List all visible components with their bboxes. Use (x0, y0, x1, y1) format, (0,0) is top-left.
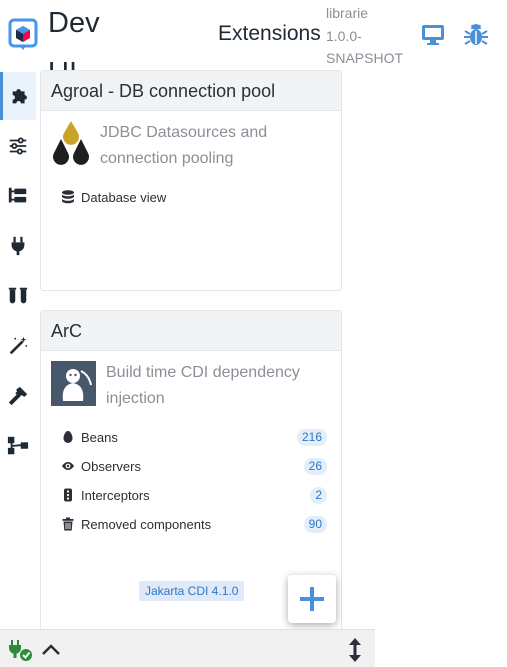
eye-icon (62, 462, 74, 470)
chevron-up-icon[interactable] (38, 638, 64, 662)
plus-icon (300, 587, 324, 611)
nav-rail (0, 0, 38, 629)
nav-item-workspace[interactable] (0, 172, 36, 220)
footer-bar (0, 629, 375, 667)
link-label: Interceptors (81, 487, 150, 503)
arc-logo (51, 361, 96, 406)
nav-item-dev-services[interactable] (0, 322, 36, 370)
link-interceptors[interactable]: Interceptors 2 (61, 484, 327, 506)
ellipsis-vertical-icon (64, 488, 72, 502)
plug-status-icon[interactable] (7, 638, 33, 662)
nav-item-build-steps[interactable] (0, 372, 36, 420)
resize-vertical-icon[interactable] (342, 638, 368, 662)
card-title: Agroal - DB connection pool (41, 71, 341, 111)
card-description: Build time CDI dependency injection (106, 364, 300, 407)
card-description: JDBC Datasources and connection pooling (100, 124, 268, 167)
puzzle-icon (12, 89, 27, 104)
diagram-icon (7, 436, 29, 455)
add-extension-button[interactable] (288, 575, 336, 623)
link-database-view[interactable]: Database view (61, 186, 327, 208)
plug-icon (11, 236, 25, 256)
bug-icon[interactable] (463, 22, 489, 48)
count-badge: 90 (303, 515, 327, 533)
folder-tree-icon (8, 187, 27, 203)
app-version: librarie 1.0.0-SNAPSHOT (326, 5, 404, 66)
link-label: Database view (81, 189, 167, 205)
nav-item-extension-graph[interactable] (0, 422, 36, 470)
nav-item-continuous-testing[interactable] (0, 272, 36, 320)
link-observers[interactable]: Observers 26 (61, 455, 327, 477)
link-label: Beans (81, 429, 118, 445)
card-title: ArC (41, 311, 341, 351)
count-badge: 2 (310, 486, 327, 504)
link-beans[interactable]: Beans 216 (61, 426, 327, 448)
sliders-icon (9, 137, 27, 155)
extension-card-agroal: Agroal - DB connection pool JDBC Datasou… (40, 70, 342, 291)
trash-icon (62, 517, 74, 531)
count-badge: 216 (296, 428, 327, 446)
link-label: Removed components (81, 516, 212, 532)
agroal-drops-logo (53, 121, 89, 165)
monitor-icon[interactable] (420, 22, 446, 48)
nav-item-configuration[interactable] (0, 122, 36, 170)
hammer-icon (8, 386, 28, 406)
page-heading: Extensions (218, 22, 321, 45)
spec-badge[interactable]: Jakarta CDI 4.1.0 (139, 581, 245, 601)
magic-wand-icon (9, 336, 28, 355)
nav-item-extensions[interactable] (0, 72, 36, 120)
database-icon (62, 190, 74, 204)
flask-icon (8, 287, 28, 304)
link-removed-components[interactable]: Removed components 90 (61, 513, 327, 535)
nav-item-endpoints[interactable] (0, 222, 36, 270)
count-badge: 26 (303, 457, 327, 475)
link-label: Observers (81, 458, 141, 474)
quarkus-logo[interactable] (8, 18, 40, 52)
egg-icon (63, 431, 73, 443)
